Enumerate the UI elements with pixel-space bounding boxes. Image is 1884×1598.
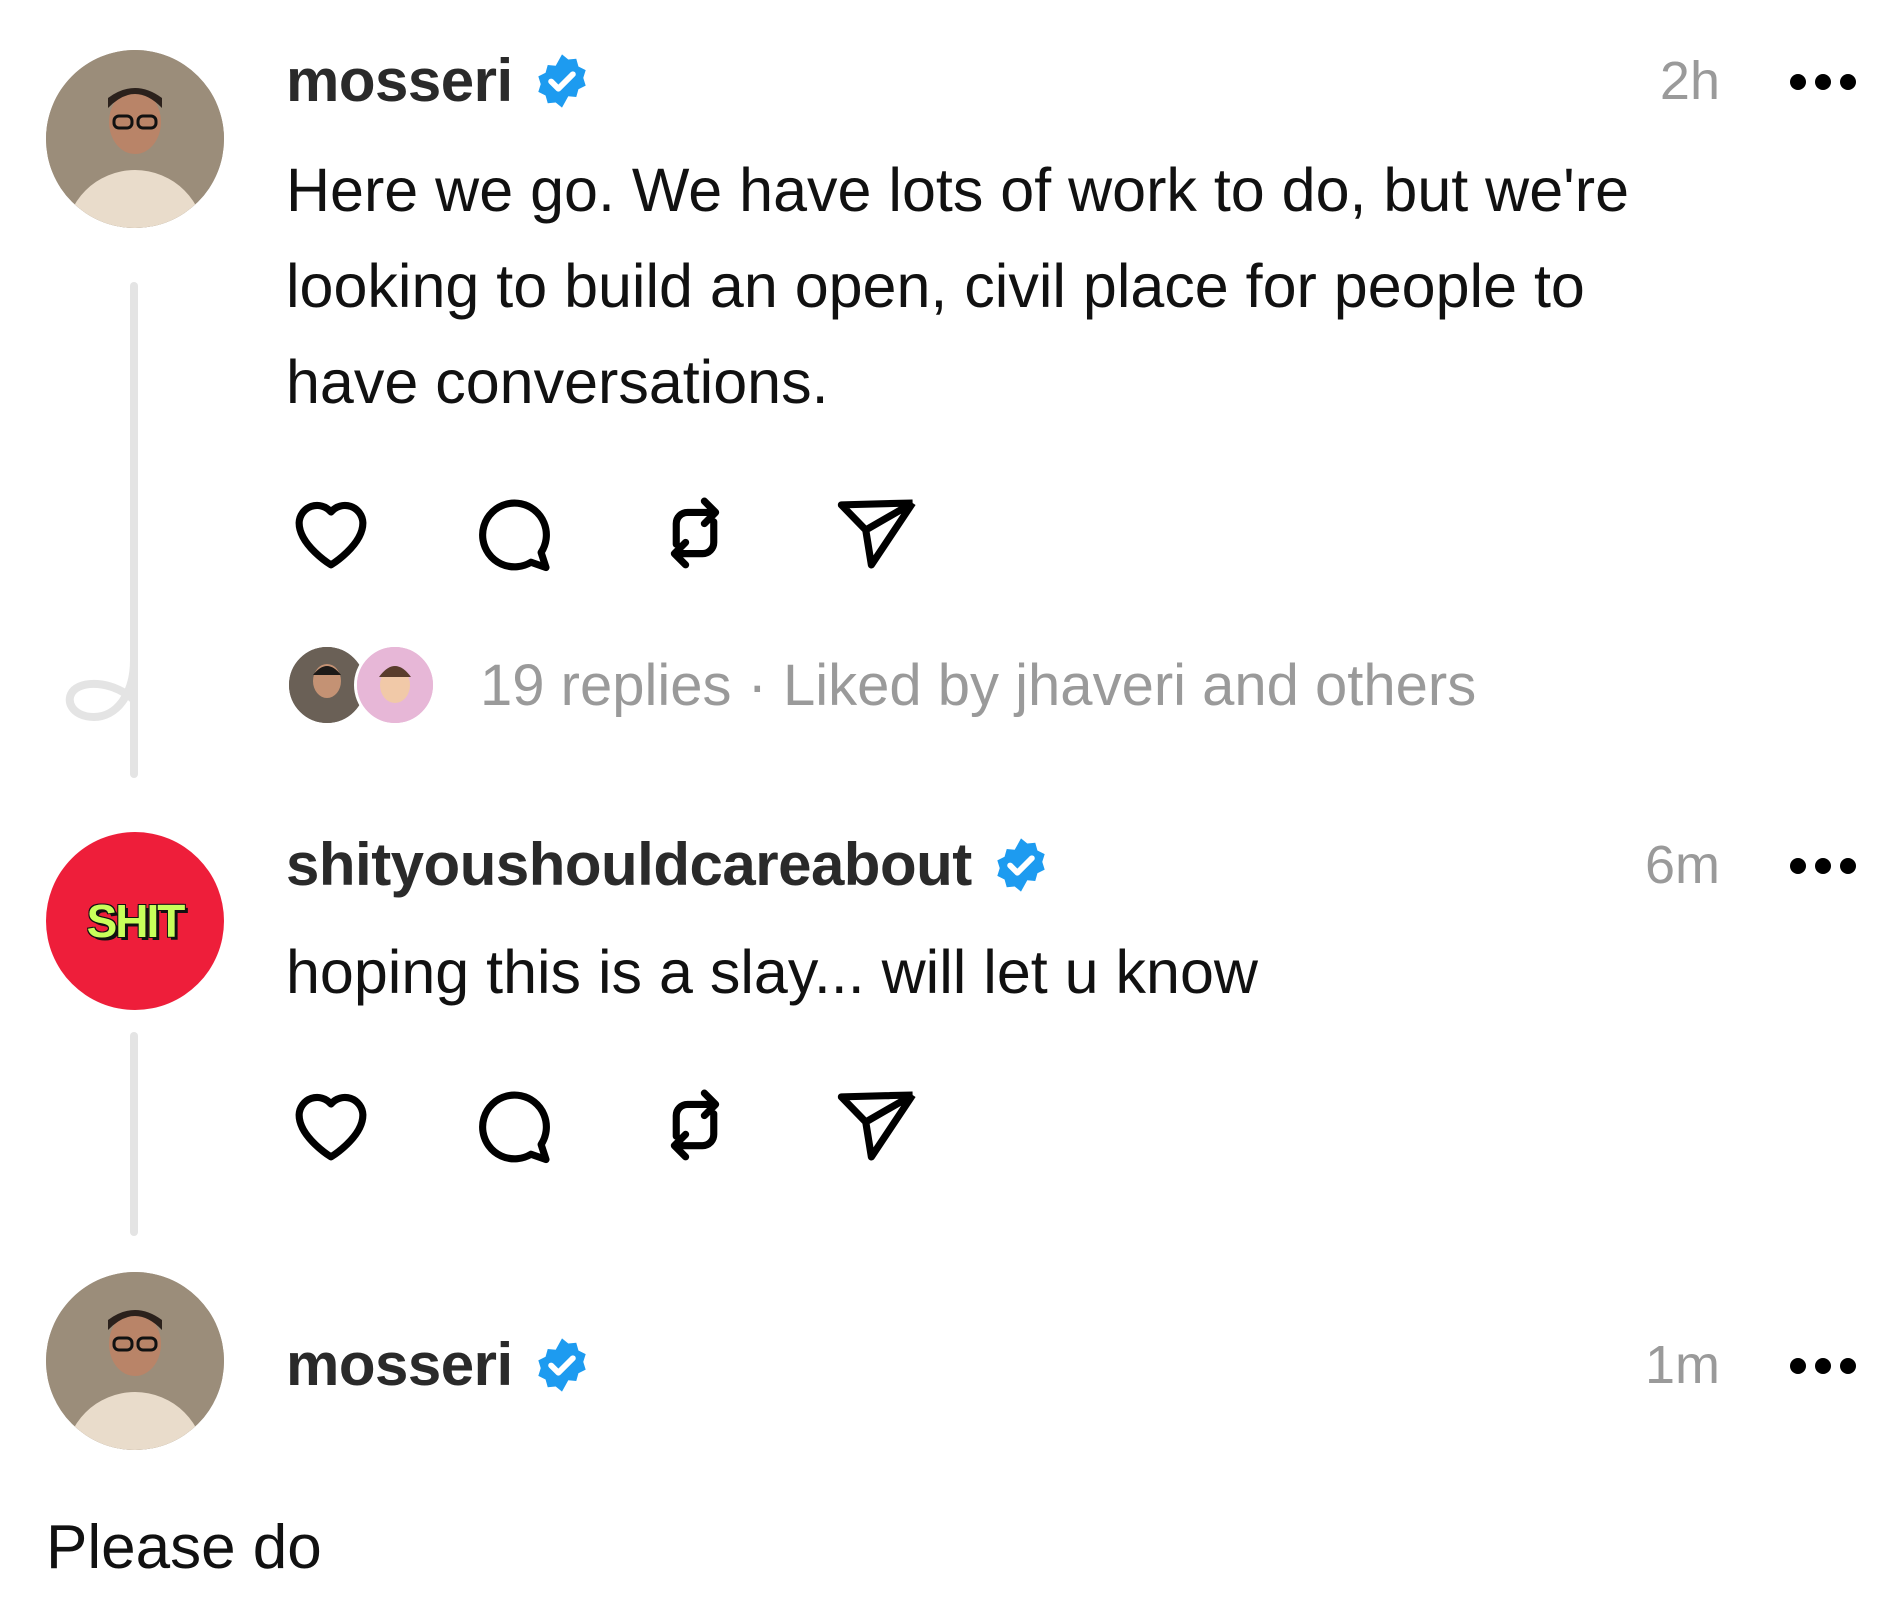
more-icon[interactable]: [1790, 854, 1870, 878]
post-text: hoping this is a slay... will let u know: [286, 924, 1846, 1020]
more-icon[interactable]: [1790, 70, 1870, 94]
verified-badge-icon: [997, 837, 1045, 892]
comment-button[interactable]: [468, 1080, 558, 1170]
avatar-logo-text: SHIT: [86, 895, 186, 947]
repost-icon: [670, 497, 720, 569]
share-icon: [837, 499, 916, 569]
comment-icon: [479, 499, 550, 572]
post-username[interactable]: mosseri: [286, 46, 591, 115]
thread-line: [130, 1032, 138, 1236]
person-avatar-icon: [46, 1272, 224, 1450]
share-button[interactable]: [832, 488, 922, 578]
more-icon[interactable]: [1790, 1354, 1870, 1378]
post-actions: [286, 488, 1014, 578]
avatar-shityoushouldcareabout[interactable]: SHIT: [46, 832, 224, 1010]
avatar-mosseri[interactable]: [46, 1272, 224, 1450]
comment-icon: [479, 1091, 550, 1164]
avatar-mosseri[interactable]: [46, 50, 224, 228]
repost-button[interactable]: [650, 1080, 740, 1170]
username-text[interactable]: shityoushouldcareabout: [286, 830, 972, 899]
repost-button[interactable]: [650, 488, 740, 578]
share-button[interactable]: [832, 1080, 922, 1170]
replies-likes-text[interactable]: 19 replies · Liked by jhaveri and others: [480, 652, 1476, 719]
username-text[interactable]: mosseri: [286, 1330, 513, 1399]
post-time: 1m: [1644, 1335, 1720, 1395]
like-button[interactable]: [286, 488, 376, 578]
post-time: 2h: [1659, 51, 1720, 111]
verified-badge-icon: [537, 1337, 586, 1392]
person-avatar-icon: [46, 50, 224, 228]
post-text-line: hoping this is a slay... will let u know: [286, 938, 1258, 1006]
replies-summary[interactable]: 19 replies · Liked by jhaveri and others: [286, 640, 1476, 730]
post-time: 6m: [1644, 835, 1720, 895]
post-username[interactable]: shityoushouldcareabout: [286, 830, 1050, 899]
post-username[interactable]: mosseri: [286, 1330, 591, 1399]
username-text[interactable]: mosseri: [286, 46, 513, 115]
comment-button[interactable]: [468, 488, 558, 578]
heart-icon: [295, 501, 367, 569]
share-icon: [837, 1091, 916, 1161]
verified-badge-icon: [537, 53, 586, 108]
post-text-line: looking to build an open, civil place fo…: [286, 252, 1585, 320]
post-text-line: have conversations.: [286, 348, 829, 416]
post-text: Please do: [46, 1513, 322, 1582]
person-avatar-icon: [357, 647, 433, 723]
post-actions: [286, 1080, 1014, 1170]
liker-avatar: [354, 644, 436, 726]
post-text: Here we go. We have lots of work to do, …: [286, 142, 1846, 430]
post-text-line: Here we go. We have lots of work to do, …: [286, 156, 1630, 224]
repost-icon: [670, 1089, 720, 1161]
thread-loop-icon: [65, 656, 138, 722]
like-button[interactable]: [286, 1080, 376, 1170]
heart-icon: [295, 1093, 367, 1161]
